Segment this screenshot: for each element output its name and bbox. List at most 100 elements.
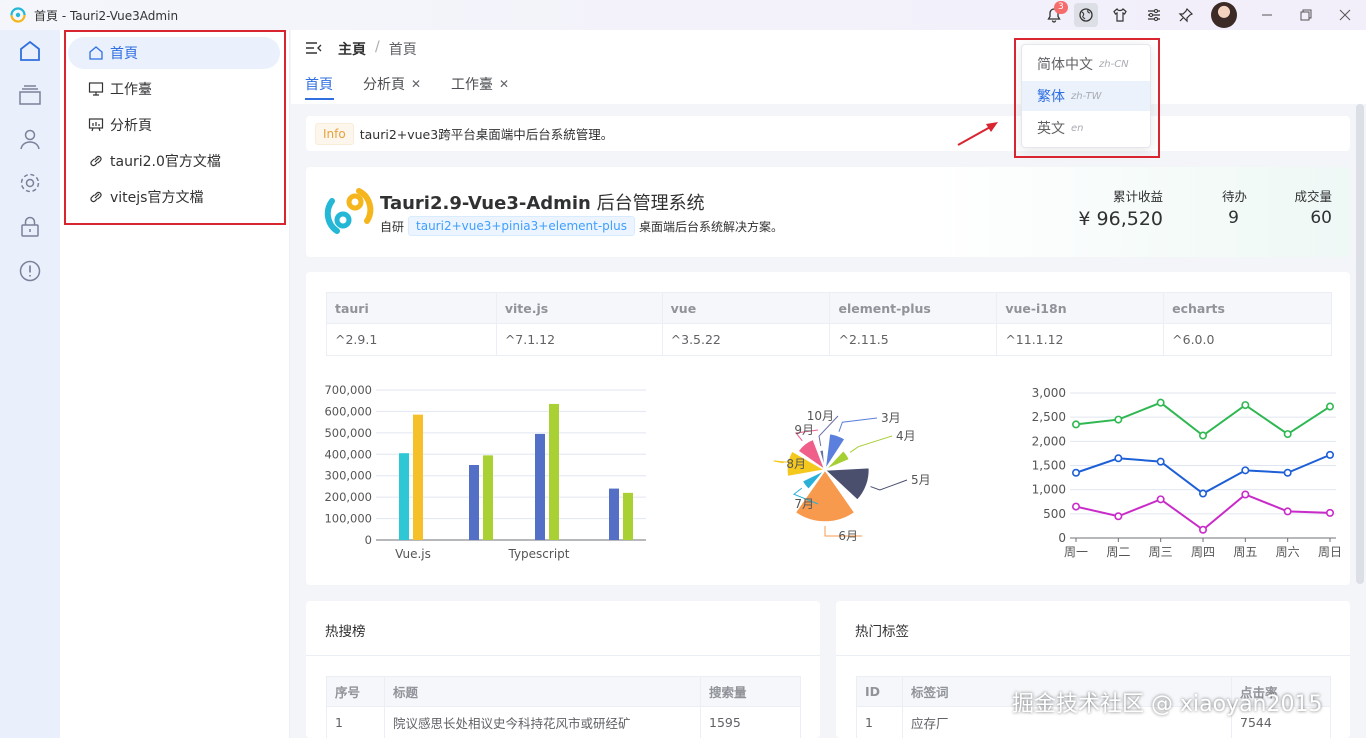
tauri-logo-icon [324,188,374,234]
highlight-box-language [1014,38,1160,158]
rail-layers-button[interactable] [17,82,43,108]
series-line [1075,493,1331,532]
hot-search-card: 热搜榜 序号 标题 搜索量 1 院议感思长处相议史今科持花风市或研经矿 1595 [306,601,820,738]
bar [549,403,559,540]
data-point [1199,525,1208,534]
layers-icon [19,85,41,105]
tab-label: 工作臺 [451,77,493,93]
language-button[interactable] [1074,3,1098,27]
user-icon [20,129,40,150]
tab-workbench[interactable]: 工作臺 ✕ [451,74,509,94]
data-point [1072,502,1081,511]
table-header: vue [661,292,831,324]
close-window-button[interactable] [1333,3,1357,27]
data-point [1114,454,1123,463]
banner-desc-suffix: 桌面端后台系统解决方案。 [638,219,783,234]
banner-title-bold: Tauri2.9-Vue3-Admin [380,193,591,214]
slice-label: 3月 [881,411,901,425]
x-tick-label: 周一 [1064,545,1088,559]
maximize-button[interactable] [1294,3,1318,27]
slice-label: 8月 [786,457,806,471]
rail-user-button[interactable] [17,126,43,152]
y-tick-label: 500,000 [324,426,372,440]
y-tick-label: 700,000 [324,383,372,397]
table-header: 序号 [326,676,385,707]
banner-desc-prefix: 自研 [380,219,405,234]
data-point [1325,402,1334,411]
tab-close-icon[interactable]: ✕ [411,77,421,91]
rail-lock-button[interactable] [17,214,43,240]
banner-desc: 自研 tauri2+vue3+pinia3+element-plus 桌面端后台… [380,216,783,236]
x-tick-label: Vue.js [395,547,431,561]
x-tick-label: Typescript [507,547,569,561]
slice-label: 6月 [838,529,858,543]
divider [836,655,1350,656]
table-cell: ^7.1.12 [495,323,663,356]
table-cell: ^2.11.5 [829,323,998,356]
bar [623,492,633,540]
notification-badge: 3 [1054,1,1068,14]
breadcrumb-root[interactable]: 主頁 [338,39,366,59]
label-line [838,417,878,432]
breadcrumb-current: 首頁 [388,42,417,58]
y-tick-label: 0 [365,533,372,547]
divider [306,655,820,656]
table-row[interactable]: 1 院议感思长处相议史今科持花风市或研经矿 1595 [326,706,801,738]
pin-icon [1178,7,1194,23]
globe-icon [1079,8,1093,22]
close-icon [1339,9,1351,21]
settings-button[interactable] [1142,3,1166,27]
bar [535,433,545,540]
content-header: 主頁 / 首頁 首頁 分析頁 ✕ 工作臺 ✕ [291,30,1366,104]
table-cell: ^11.1.12 [996,323,1165,356]
warning-circle-icon [19,260,41,282]
y-tick-label: 1,500 [1032,459,1066,473]
breadcrumb: 主頁 / 首頁 [338,39,417,59]
notice-text: tauri2+vue3跨平台桌面端中后台系統管理。 [359,127,614,142]
y-tick-label: 2,500 [1032,410,1066,424]
rail-home-button[interactable] [17,38,43,64]
hot-search-table: 序号 标题 搜索量 1 院议感思长处相议史今科持花风市或研经矿 1595 [326,676,801,738]
x-tick-label: 周六 [1276,545,1300,559]
pin-button[interactable] [1174,3,1198,27]
table-cell: 1 [326,706,385,738]
table-cell: ^3.5.22 [661,323,831,356]
user-avatar[interactable] [1211,2,1237,28]
notification-button[interactable]: 3 [1042,1,1068,27]
stat-value: ¥ 96,520 [1078,208,1163,230]
table-header: echarts [1163,292,1332,324]
theme-button[interactable] [1108,3,1132,27]
line-chart: 0 500 1,000 1,500 2,000 2,500 3,000 周一 周二 周三 周四 周五 周… [1032,386,1342,559]
table-header: 搜索量 [700,676,801,707]
slice-label: 5月 [911,473,931,487]
y-tick-label: 0 [1058,531,1066,545]
data-point [1325,450,1334,459]
tab-close-icon[interactable]: ✕ [499,77,509,91]
data-point [1283,507,1292,516]
rail-about-button[interactable] [17,258,43,284]
rail-settings-button[interactable] [17,170,43,196]
tab-analysis[interactable]: 分析頁 ✕ [363,74,421,94]
y-tick-label: 2,000 [1032,434,1066,448]
tab-home[interactable]: 首頁 [305,74,333,94]
y-tick-label: 300,000 [324,469,372,483]
table-cell: ^6.0.0 [1163,323,1332,356]
vertical-scrollbar[interactable] [1356,104,1364,584]
tab-label: 首頁 [305,77,333,93]
series-line [1075,401,1331,437]
icon-rail [0,30,60,738]
collapse-menu-button[interactable] [305,40,323,60]
tab-label: 分析頁 [363,77,405,93]
data-point [1283,430,1292,439]
data-point [1156,398,1165,407]
bar [609,488,619,540]
shirt-icon [1113,8,1127,22]
minimize-button[interactable] [1255,3,1279,27]
dependency-table: tauri vite.js vue element-plus vue-i18n … [326,292,1332,356]
stat-volume: 成交量 60 [1281,186,1332,228]
bar [483,455,493,540]
table-cell: 1 [856,706,903,738]
y-tick-label: 500 [1043,507,1066,521]
table-row: ^2.9.1 ^7.1.12 ^3.5.22 ^2.11.5 ^11.1.12 … [326,323,1332,356]
stat-label: 成交量 [1294,189,1332,204]
